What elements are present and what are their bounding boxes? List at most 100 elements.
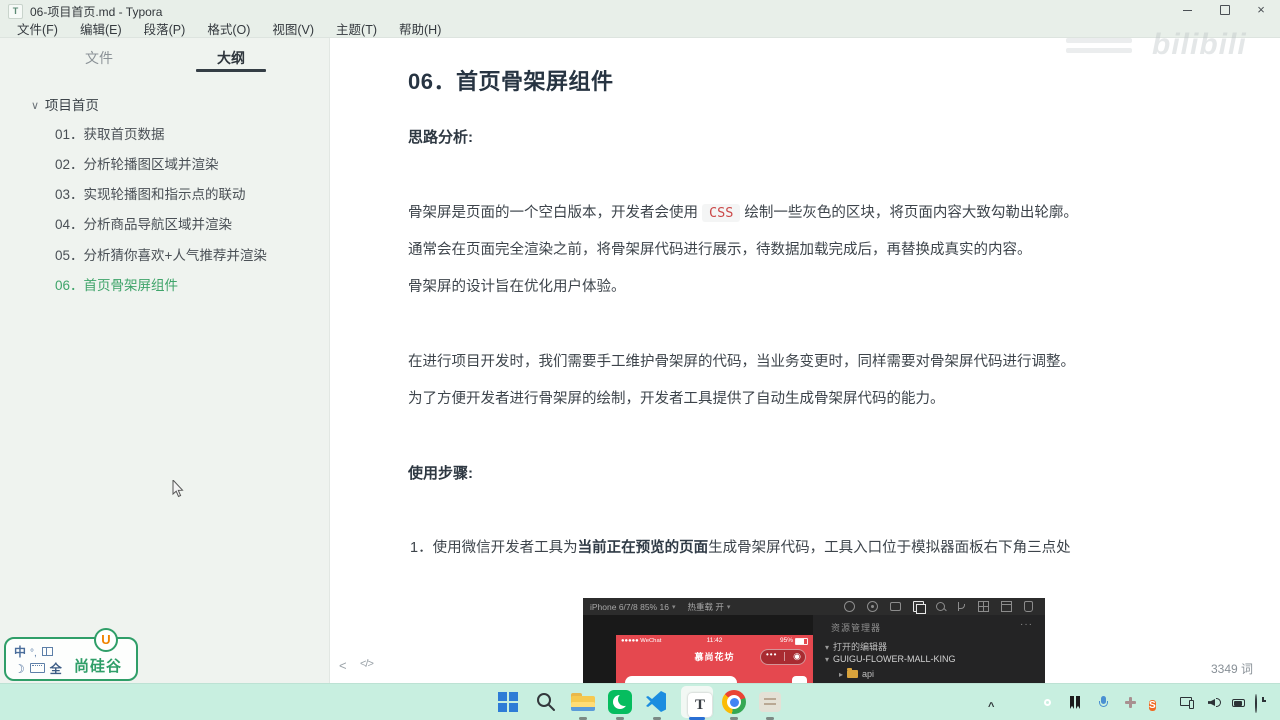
close-button[interactable]: × [1244,0,1278,20]
steps-title: 使用步骤: [408,465,473,482]
message-icon [890,602,901,611]
phone-nav-bar: 慕尚花坊 ••• ◉ [616,646,813,666]
step1-text-b: 生成骨架屏代码，工具入口位于模拟器面板右下角三点处 [708,540,1071,556]
search-icon [537,693,555,711]
grid-icon [978,601,989,612]
menu-format[interactable]: 格式(O) [198,19,259,38]
paragraph-4: 在进行项目开发时，我们需要手工维护骨架屏的代码，当业务变更时，同样需要对骨架屏代… [408,353,1075,370]
shangguigu-logo-icon: U [94,628,118,652]
menu-view[interactable]: 视图(V) [263,19,323,38]
open-editors-row: ▾ 打开的编辑器 [825,640,887,653]
menu-theme[interactable]: 主题(T) [327,19,386,38]
paragraph-5: 为了方便开发者进行骨架屏的绘制，开发者工具提供了自动生成骨架屏代码的能力。 [408,390,945,407]
step1-number: 1． [410,540,433,556]
close-target-icon: ◉ [793,651,801,661]
background-app-button[interactable] [757,689,783,715]
chevron-down-icon: ▾ [825,655,830,664]
bilibili-watermark: bilibili [1152,28,1247,61]
search-button[interactable] [533,689,559,715]
explorer-header: 资源管理器 [831,623,882,633]
restore-button[interactable] [1208,0,1242,20]
search-icon [936,602,945,611]
start-button[interactable] [495,689,521,715]
chevron-down-icon: ▾ [726,603,731,611]
tray-sogou-ime[interactable]: S [1149,695,1165,711]
tray-record-app[interactable] [1040,695,1056,711]
tray-health-app[interactable] [1123,695,1139,711]
tray-microphone[interactable] [1096,695,1112,711]
tray-volume[interactable] [1207,695,1223,711]
doc-heading: 06．首页骨架屏组件 [408,69,614,95]
miniapp-search-bar [625,676,737,683]
ime-cn-label[interactable]: 中 [14,645,26,659]
ime-fullwidth-label[interactable]: 全 [50,662,62,676]
tray-clock[interactable] [1255,694,1271,713]
screen: T 06-项目首页.md - Typora × 文件(F) 编辑(E) 段落(P… [0,0,1280,720]
menu-bar: 文件(F) 编辑(E) 段落(P) 格式(O) 视图(V) 主题(T) 帮助(H… [0,20,1280,38]
typora-button-active[interactable]: T [681,686,713,718]
wechat-devtools-button[interactable] [607,689,633,715]
tray-battery[interactable] [1232,695,1248,711]
chevron-down-icon[interactable]: ∨ [31,100,39,113]
ime-grid-icon[interactable] [41,647,53,656]
simulator-panel: ●●●●● WeChat 11:42 95% 慕尚花坊 ••• ◉ [583,615,813,683]
outline-item-1[interactable]: 01．获取首页数据 [55,123,165,143]
folder-label: api [862,669,875,679]
sidebar-collapse-button[interactable]: < [339,658,347,673]
project-row: ▾ GUIGU-FLOWER-MALL-KING [825,654,956,664]
tab-files[interactable]: 文件 [64,48,134,68]
windows-logo-icon [498,692,518,712]
minimize-button[interactable] [1170,0,1204,20]
more-dots-icon: ··· [1020,619,1033,630]
clock-icon [1255,694,1257,713]
outline-root[interactable]: ∨ 项目首页 [30,94,99,114]
tray-expand-button[interactable]: ^ [988,697,1004,713]
watermark-uploader-lines [1066,38,1132,58]
tray-screencast[interactable] [1180,695,1196,711]
typora-app-icon: T [8,4,23,19]
ime-punct-label[interactable]: °, [30,648,37,659]
outline-item-2[interactable]: 02．分析轮播图区域并渲染 [55,153,219,173]
title-bar: T 06-项目首页.md - Typora × [0,0,1280,20]
git-branch-icon [957,602,966,611]
keyboard-icon[interactable] [29,663,45,673]
menu-help[interactable]: 帮助(H) [390,19,450,38]
typora-icon: T [688,693,712,717]
tray-flower-app[interactable] [1012,695,1028,711]
devtools-body: ●●●●● WeChat 11:42 95% 慕尚花坊 ••• ◉ 资源管理器 … [583,615,1045,683]
source-mode-button[interactable]: </> [360,658,374,670]
moon-icon[interactable]: ☽ [14,662,25,676]
devtools-toolbar: iPhone 6/7/8 85% 16 ▾ 热重载 开 ▾ [583,598,1045,668]
menu-file[interactable]: 文件(F) [8,19,67,38]
file-explorer-button[interactable] [570,689,596,715]
paragraph-1: 骨架屏是页面的一个空白版本，开发者会使用 CSS 绘制一些灰色的区块，将页面内容大致… [408,201,1128,225]
vscode-button[interactable] [644,689,670,715]
menu-paragraph[interactable]: 段落(P) [135,19,195,38]
p1-text-a: 骨架屏是页面的一个空白版本，开发者会使用 [408,204,698,221]
document-area[interactable]: 06．首页骨架屏组件 思路分析: 骨架屏是页面的一个空白版本，开发者会使用 CSS… [330,38,1280,683]
chrome-button[interactable] [721,689,747,715]
hot-reload-toggle: 热重载 开 [687,601,724,612]
sogou-icon: S [1149,700,1156,711]
sidebar: 文件 大纲 ∨ 项目首页 01．获取首页数据 02．分析轮播图区域并渲染 03．实… [0,38,330,683]
p1-text-b: 绘制一些灰色的区块，将页面内容大致勾勒出轮廓。 [744,204,1078,221]
explorer-panel: 资源管理器 ··· ▾ 打开的编辑器 ▾ GUIGU-FLOWER-MALL-KIN… [813,615,1045,683]
tab-active-underline [196,69,266,72]
wechat-capsule: ••• ◉ [760,649,806,665]
outline-item-6-active[interactable]: 06．首页骨架屏组件 [55,274,178,294]
hand-icon [1024,601,1033,612]
menu-edit[interactable]: 编辑(E) [71,19,131,38]
outline-item-3[interactable]: 03．实现轮播图和指示点的联动 [55,183,246,203]
capsule-divider [784,652,785,661]
tab-outline[interactable]: 大纲 [196,48,266,68]
step1-text-a: 使用微信开发者工具为 [432,540,578,556]
chrome-icon [722,690,746,714]
battery-icon [795,638,808,645]
outline-item-5[interactable]: 05．分析猜你喜欢+人气推荐并渲染 [55,244,267,264]
open-editors-label: 打开的编辑器 [833,642,888,652]
tray-bookmark-app[interactable] [1068,695,1084,711]
chevron-up-icon: ^ [988,701,995,713]
outline-item-4[interactable]: 04．分析商品导航区域并渲染 [55,213,232,233]
phone-status-bar: ●●●●● WeChat 11:42 95% [616,635,813,646]
embedded-devtools-screenshot: iPhone 6/7/8 85% 16 ▾ 热重载 开 ▾ ●●●●● WeCh… [583,598,1045,683]
